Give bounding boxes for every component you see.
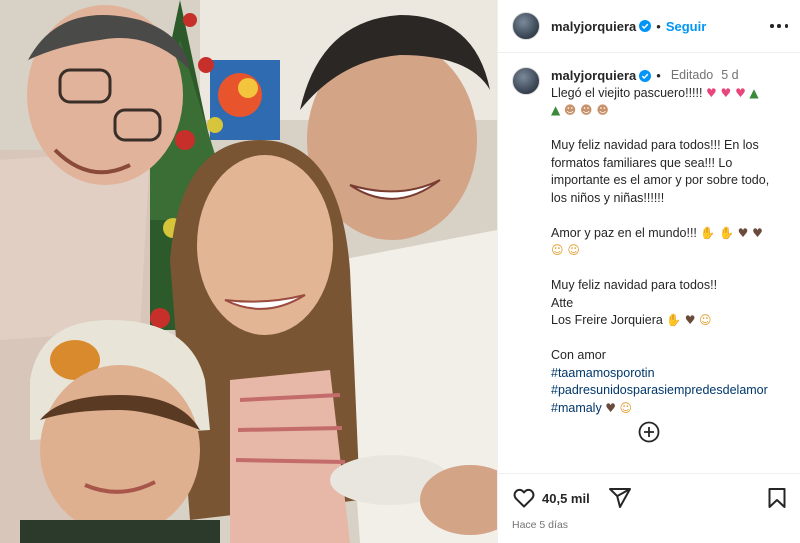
likes-count[interactable]: 40,5 mil — [542, 491, 590, 506]
edited-label: Editado — [670, 68, 714, 82]
post-detail-panel: malyjorquiera • Seguir malyjorquiera • E… — [497, 0, 800, 543]
caption-line: importante es el amor y por sobre todo, — [551, 173, 770, 187]
caption-username[interactable]: malyjorquiera — [551, 67, 636, 85]
caption-line: Con amor — [551, 348, 606, 362]
more-options-icon[interactable] — [770, 17, 788, 35]
caption-line: Los Freire Jorquiera ✋ ♥ ☺ — [551, 312, 788, 330]
heart-hands-emoji-icon: ♥ — [605, 400, 616, 415]
heart-hands-emoji-icon: ♥ ♥ — [737, 225, 763, 240]
actions-row: 40,5 mil — [512, 484, 789, 512]
tree-emoji-icon: ▲ — [551, 103, 561, 117]
heart-emoji-icon: ♥ ♥ ♥ — [705, 85, 746, 100]
plus-circle-icon[interactable] — [638, 421, 660, 443]
caption-line: Muy feliz navidad para todos!! — [551, 278, 718, 292]
caption-line: formatos familiares que sea!!! Lo — [551, 155, 733, 170]
heart-icon[interactable] — [512, 486, 536, 510]
post-age[interactable]: 5 d — [721, 67, 738, 85]
hashtag-link[interactable]: #padresunidosparasiempredesdelamor — [551, 382, 788, 400]
caption-emoji-line: ▲ ☻ ☻ ☻ — [551, 102, 788, 120]
author-username[interactable]: malyjorquiera — [551, 19, 636, 34]
follow-button[interactable]: Seguir — [666, 19, 706, 34]
header-separator: • — [656, 18, 661, 34]
kiss-emoji-icon: ☺ — [699, 313, 712, 327]
caption-line: #mamaly ♥ ☺ — [551, 400, 788, 418]
raised-hands-emoji-icon: ✋ ✋ — [700, 225, 735, 240]
caption-text: Amor y paz en el mundo!!! — [551, 225, 697, 240]
caption-line: Atte — [551, 295, 574, 310]
caption-area: malyjorquiera • Editado 5 d Llegó el vie… — [498, 53, 800, 443]
bookmark-icon[interactable] — [765, 486, 789, 510]
family-christmas-selfie-image — [0, 0, 497, 543]
caption-author-avatar[interactable] — [512, 67, 540, 95]
caption-line: Llegó el viejito pascuero!!!!! ♥ ♥ ♥ ▲ — [551, 85, 788, 103]
post-photo[interactable] — [0, 0, 497, 543]
caption-line: Amor y paz en el mundo!!! ✋ ✋ ♥ ♥ — [551, 225, 788, 243]
caption: malyjorquiera • Editado 5 d Llegó el vie… — [551, 67, 788, 443]
kiss-emoji-icon: ☺ ☺ — [551, 243, 580, 257]
santa-emoji-icon: ☻ ☻ ☻ — [563, 103, 609, 117]
kiss-emoji-icon: ☺ — [619, 400, 632, 415]
caption-header: malyjorquiera • Editado 5 d — [551, 67, 788, 85]
caption-emoji-line: ☺ ☺ — [551, 242, 788, 260]
caption-line: Muy feliz navidad para todos!!! En los — [551, 138, 759, 152]
hashtag-link[interactable]: #mamaly — [551, 401, 602, 415]
share-icon[interactable] — [608, 486, 632, 510]
post-header: malyjorquiera • Seguir — [498, 0, 800, 53]
tree-emoji-icon: ▲ — [749, 85, 759, 100]
author-avatar[interactable] — [512, 12, 540, 40]
verified-badge-icon — [639, 69, 652, 82]
verified-badge-icon — [639, 20, 652, 32]
caption-separator: • — [656, 68, 661, 83]
heart-hands-emoji-icon: ♥ — [684, 313, 696, 327]
raised-hands-emoji-icon: ✋ — [666, 313, 682, 327]
post-timestamp: Hace 5 días — [512, 519, 569, 531]
caption-line: los niños y niñas!!!!!! — [551, 190, 665, 205]
caption-text: Los Freire Jorquiera — [551, 313, 663, 327]
caption-text: Llegó el viejito pascuero!!!!! — [551, 85, 703, 100]
hashtag-link[interactable]: #taamamosporotin — [551, 365, 788, 383]
actions-bar: 40,5 mil Hace 5 días — [498, 473, 800, 543]
